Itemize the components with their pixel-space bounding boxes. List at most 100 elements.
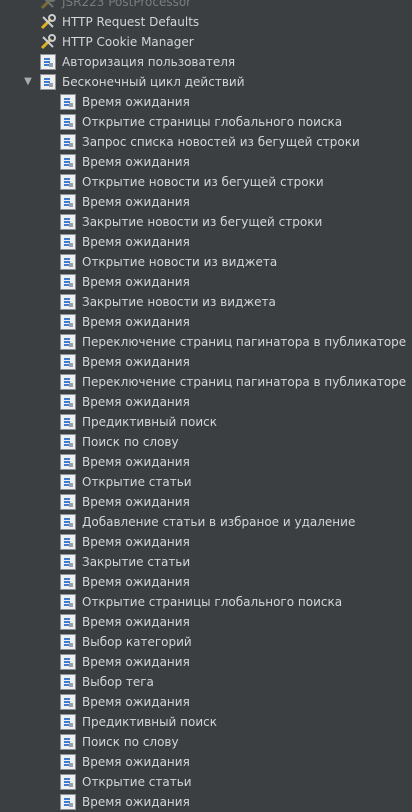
tree-child-node[interactable]: Поиск по слову bbox=[0, 432, 412, 452]
page-icon bbox=[60, 714, 76, 730]
tree-node-label: Бесконечный цикл действий bbox=[62, 75, 245, 89]
page-icon bbox=[60, 234, 76, 250]
tree-child-node[interactable]: Время ожидания bbox=[0, 312, 412, 332]
tree-node-label: JSR223 PostProcessor bbox=[62, 0, 192, 9]
tree-child-node[interactable]: Время ожидания bbox=[0, 152, 412, 172]
tree-node-label: Переключение страниц пагинатора в публик… bbox=[82, 375, 407, 389]
tree-child-node[interactable]: Предиктивный поиск bbox=[0, 712, 412, 732]
tree-child-node[interactable]: Время ожидания bbox=[0, 572, 412, 592]
tree-node-label: Открытие страницы глобального поиска bbox=[82, 595, 343, 609]
page-icon bbox=[60, 374, 76, 390]
tree-child-node[interactable]: Время ожидания bbox=[0, 452, 412, 472]
page-icon bbox=[60, 134, 76, 150]
tree-node-label: Время ожидания bbox=[82, 395, 190, 409]
page-icon bbox=[60, 634, 76, 650]
tree-node-label: Время ожидания bbox=[82, 655, 190, 669]
page-icon bbox=[60, 294, 76, 310]
tree-node-label: Поиск по слову bbox=[82, 735, 179, 749]
tree-child-node[interactable]: Закрытие новости из бегущей строки bbox=[0, 212, 412, 232]
tree-child-node[interactable]: Выбор категорий bbox=[0, 632, 412, 652]
tree-node-label: Время ожидания bbox=[82, 95, 190, 109]
tree-child-node[interactable]: Переключение страниц пагинатора в публик… bbox=[0, 372, 412, 392]
tree-node-label: Время ожидания bbox=[82, 155, 190, 169]
page-icon bbox=[60, 94, 76, 110]
tree-node-label: Закрытие статьи bbox=[82, 555, 191, 569]
page-icon bbox=[60, 194, 76, 210]
tree-child-node[interactable]: Открытие статьи bbox=[0, 472, 412, 492]
tree-child-node[interactable]: Открытие страницы глобального поиска bbox=[0, 112, 412, 132]
tree-node-label: HTTP Request Defaults bbox=[62, 15, 200, 29]
tree-child-node[interactable]: Время ожидания bbox=[0, 612, 412, 632]
tree-node-label: Время ожидания bbox=[82, 575, 190, 589]
tree-node-label: Время ожидания bbox=[82, 795, 190, 809]
chevron-down-icon[interactable]: ▼ bbox=[21, 74, 35, 90]
tree-child-node[interactable]: Выбор тега bbox=[0, 672, 412, 692]
page-icon bbox=[60, 114, 76, 130]
tree-child-node[interactable]: Переключение страниц пагинатора в публик… bbox=[0, 332, 412, 352]
tree-node-label: Время ожидания bbox=[82, 615, 190, 629]
page-icon bbox=[60, 394, 76, 410]
tree-node-label: Выбор категорий bbox=[82, 635, 192, 649]
page-icon bbox=[60, 314, 76, 330]
tree-node-label: Время ожидания bbox=[82, 755, 190, 769]
tree-child-node[interactable]: Добавление статьи в избраное и удаление bbox=[0, 512, 412, 532]
tree-node-label: Закрытие новости из бегущей строки bbox=[82, 215, 323, 229]
page-icon bbox=[60, 794, 76, 810]
tree-child-node[interactable]: Время ожидания bbox=[0, 752, 412, 772]
tree-node-label: Время ожидания bbox=[82, 695, 190, 709]
page-icon bbox=[60, 594, 76, 610]
page-icon bbox=[60, 614, 76, 630]
tree-child-node[interactable]: Открытие новости из бегущей строки bbox=[0, 172, 412, 192]
page-icon bbox=[60, 694, 76, 710]
page-icon bbox=[60, 474, 76, 490]
tree-child-node[interactable]: Запрос списка новостей из бегущей строки bbox=[0, 132, 412, 152]
tree-child-node[interactable]: Время ожидания bbox=[0, 272, 412, 292]
tree-node-label: HTTP Cookie Manager bbox=[62, 35, 194, 49]
tree-child-node[interactable]: Время ожидания bbox=[0, 92, 412, 112]
tree-child-node[interactable]: Время ожидания bbox=[0, 232, 412, 252]
tree-node-label: Поиск по слову bbox=[82, 435, 179, 449]
tree-child-node[interactable]: Закрытие новости из виджета bbox=[0, 292, 412, 312]
tree-child-node[interactable]: Открытие страницы глобального поиска bbox=[0, 592, 412, 612]
tree-node-label: Выбор тега bbox=[82, 675, 154, 689]
tree-child-node[interactable]: Время ожидания bbox=[0, 352, 412, 372]
wrench-screwdriver-icon bbox=[40, 34, 56, 50]
page-icon bbox=[60, 734, 76, 750]
wrench-screwdriver-icon bbox=[40, 14, 56, 30]
tree-child-node[interactable]: Время ожидания bbox=[0, 392, 412, 412]
tree-node-label: Авторизация пользователя bbox=[62, 55, 236, 69]
tree-child-node[interactable]: Время ожидания bbox=[0, 652, 412, 672]
tree-child-node[interactable]: Время ожидания bbox=[0, 492, 412, 512]
tree-node-label: Время ожидания bbox=[82, 495, 190, 509]
tree-child-node[interactable]: Время ожидания bbox=[0, 792, 412, 812]
tree-node-label: Переключение страниц пагинатора в публик… bbox=[82, 335, 407, 349]
tree-child-node[interactable]: Открытие статьи bbox=[0, 772, 412, 792]
tree-node-http-request-defaults[interactable]: HTTP Request Defaults bbox=[0, 12, 412, 32]
tree-child-node[interactable]: Закрытие статьи bbox=[0, 552, 412, 572]
tree-node-label: Закрытие новости из виджета bbox=[82, 295, 276, 309]
page-icon bbox=[60, 274, 76, 290]
tree-node-infinite-loop[interactable]: ▼ Бесконечный цикл действий bbox=[0, 72, 412, 92]
page-icon bbox=[60, 254, 76, 270]
tree-node-label: Время ожидания bbox=[82, 235, 190, 249]
tree-node-jsr223-postprocessor[interactable]: JSR223 PostProcessor bbox=[0, 0, 412, 12]
tree-node-label: Предиктивный поиск bbox=[82, 415, 217, 429]
tree-child-node[interactable]: Время ожидания bbox=[0, 692, 412, 712]
tree-child-node[interactable]: Время ожидания bbox=[0, 532, 412, 552]
tree-node-label: Запрос списка новостей из бегущей строки bbox=[82, 135, 360, 149]
tree-child-node[interactable]: Поиск по слову bbox=[0, 732, 412, 752]
tree-node-user-authorization[interactable]: Авторизация пользователя bbox=[0, 52, 412, 72]
page-icon bbox=[60, 514, 76, 530]
tree-node-http-cookie-manager[interactable]: HTTP Cookie Manager bbox=[0, 32, 412, 52]
tree-child-node[interactable]: Открытие новости из виджета bbox=[0, 252, 412, 272]
tree-child-node[interactable]: Предиктивный поиск bbox=[0, 412, 412, 432]
tree-child-node[interactable]: Время ожидания bbox=[0, 192, 412, 212]
tree-node-label: Открытие страницы глобального поиска bbox=[82, 115, 343, 129]
page-icon bbox=[40, 54, 56, 70]
tree-node-label: Время ожидания bbox=[82, 315, 190, 329]
tree-node-label: Время ожидания bbox=[82, 195, 190, 209]
tree-node-label: Время ожидания bbox=[82, 535, 190, 549]
tree-node-label: Время ожидания bbox=[82, 455, 190, 469]
wrench-screwdriver-icon bbox=[40, 0, 56, 10]
page-icon bbox=[60, 214, 76, 230]
